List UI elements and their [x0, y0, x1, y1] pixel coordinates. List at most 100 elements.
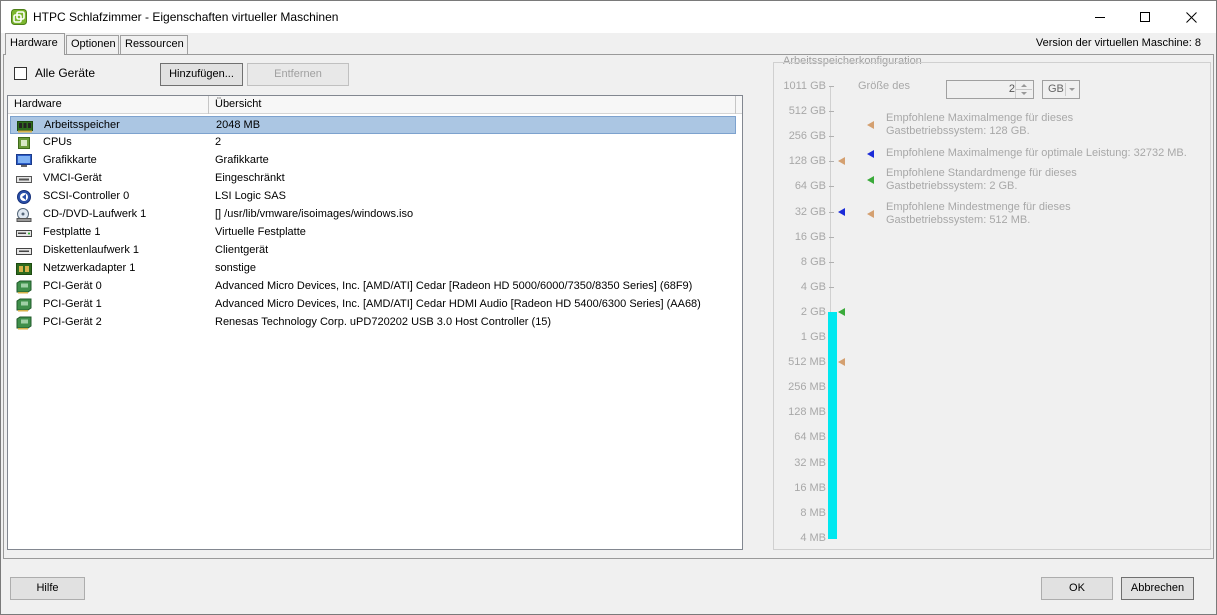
memory-scale-label: 1 GB	[800, 331, 826, 343]
hardware-row[interactable]: Netzwerkadapter 1 sonstige	[10, 260, 736, 278]
maximize-button[interactable]	[1122, 1, 1168, 33]
memory-legend-line2: Gastbetriebssystem: 128 GB.	[886, 125, 1030, 137]
cancel-button[interactable]: Abbrechen	[1121, 577, 1194, 600]
hardware-row-summary: LSI Logic SAS	[215, 190, 286, 202]
hardware-row-name: Diskettenlaufwerk 1	[43, 244, 139, 256]
memory-level-fill[interactable]	[828, 311, 837, 539]
column-header-hardware[interactable]: Hardware	[8, 96, 209, 114]
memory-scale-tick	[829, 111, 834, 113]
hardware-row-summary: Renesas Technology Corp. uPD720202 USB 3…	[215, 316, 552, 328]
memory-scale-label: 4 MB	[800, 531, 826, 544]
hardware-row-name: Netzwerkadapter 1	[43, 262, 136, 274]
memory-recommendation-marker	[838, 157, 845, 166]
hardware-row-name: CD-/DVD-Laufwerk 1	[43, 208, 147, 220]
memory-legend-text: Empfohlene Maximalmenge für dieses Gastbe…	[886, 112, 1196, 138]
memory-scale-label: 32 GB	[794, 205, 826, 218]
hardware-row-name: SCSI-Controller 0	[43, 190, 130, 202]
network-icon	[16, 262, 32, 276]
title-bar[interactable]: HTPC Schlafzimmer - Eigenschaften virtue…	[1, 1, 1216, 33]
memory-scale-label: 128 MB	[788, 406, 826, 419]
memory-scale-label: 64 MB	[794, 431, 826, 444]
add-button[interactable]: Hinzufügen...	[160, 63, 243, 86]
scsi-icon	[16, 190, 32, 204]
maximize-icon	[1140, 12, 1150, 22]
memory-scale-tick	[829, 236, 834, 238]
memory-scale-tick	[829, 186, 834, 188]
tab-optionen[interactable]: Optionen	[66, 35, 119, 54]
hardware-row[interactable]: PCI-Gerät 0 Advanced Micro Devices, Inc. …	[10, 278, 736, 296]
memory-unit-select[interactable]: GB	[1042, 80, 1080, 99]
hardware-row-summary: Virtuelle Festplatte	[215, 226, 306, 238]
hardware-row-summary: Clientgerät	[215, 244, 269, 256]
tab-bar: Hardware Optionen Ressourcen Version der…	[1, 33, 1216, 55]
memory-icon	[17, 119, 33, 133]
legend-marker-icon	[867, 121, 874, 129]
all-devices-checkbox[interactable]	[14, 67, 27, 80]
memory-scale-tick	[829, 211, 834, 213]
legend-marker-icon	[867, 150, 874, 158]
hardware-row[interactable]: VMCI-Gerät Eingeschränkt	[10, 170, 736, 188]
pci-icon	[16, 316, 32, 330]
column-header-overview[interactable]: Übersicht	[209, 96, 736, 114]
pci-icon	[16, 280, 32, 294]
hardware-row[interactable]: Festplatte 1 Virtuelle Festplatte	[10, 224, 736, 242]
memory-scale-tick	[829, 161, 834, 163]
hardware-row[interactable]: Grafikkarte Grafikkarte	[10, 152, 736, 170]
cpu-icon	[16, 136, 32, 150]
hardware-row[interactable]: CPUs 2	[10, 134, 736, 152]
memory-legend-text: Empfohlene Maximalmenge für optimale Lei…	[886, 147, 1196, 160]
help-button[interactable]: Hilfe	[10, 577, 85, 600]
memory-scale-label: 64 GB	[794, 180, 826, 193]
cdrom-icon	[16, 208, 32, 222]
memory-scale-label: 128 GB	[788, 155, 826, 168]
memory-size-spinner[interactable]	[1015, 81, 1032, 98]
hardware-row-summary: 2048 MB	[216, 119, 261, 131]
memory-scale-label: 2 GB	[800, 305, 826, 318]
memory-legend-line1: Empfohlene Mindestmenge für dieses	[886, 201, 1071, 213]
memory-recommendation-marker	[838, 207, 845, 216]
memory-scale-label: 512 MB	[788, 356, 826, 369]
hardware-list-header: Hardware Übersicht	[8, 96, 742, 114]
legend-marker-icon	[867, 210, 874, 218]
hardware-row[interactable]: SCSI-Controller 0 LSI Logic SAS	[10, 188, 736, 206]
pci-icon	[16, 298, 32, 312]
remove-button[interactable]: Entfernen	[247, 63, 349, 86]
hardware-row-summary: Eingeschränkt	[215, 172, 285, 184]
memory-scale-label: 4 GB	[800, 280, 826, 293]
ok-button[interactable]: OK	[1041, 577, 1113, 600]
hardware-row-name: Festplatte 1	[43, 226, 101, 238]
hardware-list[interactable]: Hardware Übersicht Arbeitsspeicher 2048 M…	[7, 95, 743, 550]
memory-size-label: Größe des	[858, 80, 910, 92]
hardware-row-name: PCI-Gerät 1	[43, 298, 102, 310]
hardware-row-name: VMCI-Gerät	[43, 172, 102, 184]
hardware-row[interactable]: PCI-Gerät 2 Renesas Technology Corp. uPD7…	[10, 314, 736, 332]
memory-scale-label: 8 MB	[800, 506, 826, 519]
memory-recommendation-marker	[838, 358, 845, 367]
hardware-row-summary: Grafikkarte	[215, 154, 269, 166]
memory-scale-tick	[829, 86, 834, 87]
legend-marker-icon	[867, 176, 874, 184]
hardware-row[interactable]: Diskettenlaufwerk 1 Clientgerät	[10, 242, 736, 260]
close-button[interactable]	[1168, 1, 1214, 33]
harddisk-icon	[16, 226, 32, 240]
dropdown-arrow-icon	[1065, 83, 1077, 96]
memory-scale-label: 32 MB	[794, 456, 826, 469]
memory-legend-line1: Empfohlene Standardmenge für dieses	[886, 167, 1077, 179]
floppy-icon	[16, 244, 32, 258]
memory-legend-line2: Gastbetriebssystem: 2 GB.	[886, 180, 1018, 192]
hardware-row[interactable]: PCI-Gerät 1 Advanced Micro Devices, Inc. …	[10, 296, 736, 314]
memory-recommendation-marker	[838, 307, 845, 316]
minimize-button[interactable]	[1077, 1, 1123, 33]
memory-scale-label: 16 MB	[794, 481, 826, 494]
tab-hardware[interactable]: Hardware	[5, 33, 65, 55]
memory-legend-line1: Empfohlene Maximalmenge für optimale Lei…	[886, 147, 1187, 159]
hardware-row-name: Grafikkarte	[43, 154, 97, 166]
hardware-row[interactable]: CD-/DVD-Laufwerk 1 [] /usr/lib/vmware/iso…	[10, 206, 736, 224]
tab-ressourcen[interactable]: Ressourcen	[120, 35, 188, 54]
hardware-row-name: PCI-Gerät 2	[43, 316, 102, 328]
memory-legend-text: Empfohlene Mindestmenge für dieses Gastbe…	[886, 201, 1196, 227]
memory-scale-label: 512 GB	[788, 105, 826, 118]
hardware-row-name: PCI-Gerät 0	[43, 280, 102, 292]
memory-scale-label: 16 GB	[794, 230, 826, 243]
hardware-row[interactable]: Arbeitsspeicher 2048 MB	[10, 116, 736, 134]
